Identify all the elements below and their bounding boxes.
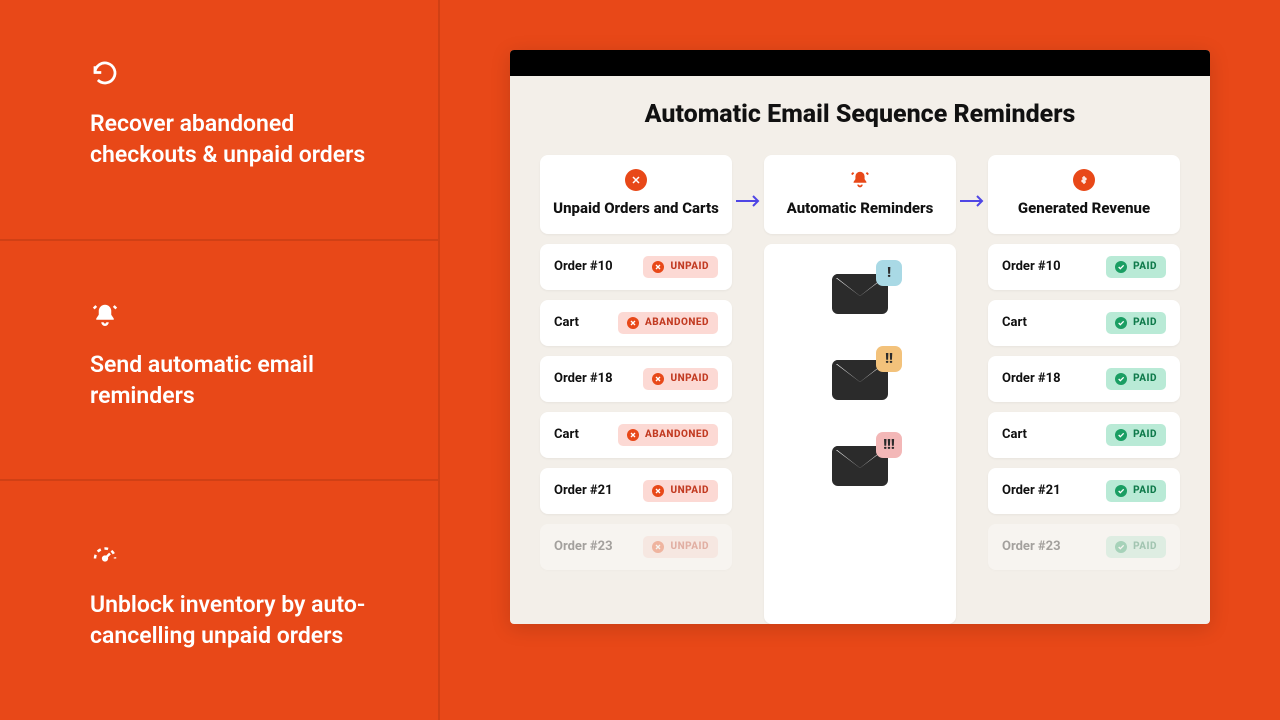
order-row: Cart PAID	[988, 412, 1180, 458]
status-badge-paid: PAID	[1106, 536, 1166, 558]
row-name: Order #18	[1002, 371, 1061, 386]
x-icon	[652, 541, 664, 553]
order-row: Cart ABANDONED	[540, 412, 732, 458]
gauge-icon	[90, 541, 120, 571]
status-badge-unpaid: UNPAID	[643, 368, 718, 390]
status-badge-unpaid: UNPAID	[643, 536, 718, 558]
mail-reminder-1: !	[832, 274, 888, 314]
order-row: Order #23 UNPAID	[540, 524, 732, 570]
row-name: Order #23	[554, 539, 613, 554]
feature-label: Send automatic email reminders	[90, 349, 388, 411]
x-icon	[652, 373, 664, 385]
order-row: Order #10 PAID	[988, 244, 1180, 290]
panel-body: Automatic Email Sequence Reminders Unpai…	[510, 76, 1210, 624]
row-name: Order #21	[554, 483, 613, 498]
bell-icon	[90, 301, 120, 331]
check-icon	[1115, 429, 1127, 441]
column-reminders: Automatic Reminders ! !! !	[764, 155, 956, 624]
column-header: Generated Revenue	[988, 155, 1180, 234]
check-icon	[1115, 317, 1127, 329]
undo-icon	[90, 60, 120, 90]
order-row: Order #10 UNPAID	[540, 244, 732, 290]
row-name: Order #18	[554, 371, 613, 386]
dollar-circle-icon	[1073, 169, 1095, 191]
status-badge-paid: PAID	[1106, 424, 1166, 446]
status-badge-paid: PAID	[1106, 256, 1166, 278]
flow-row: Unpaid Orders and Carts Order #10 UNPAID…	[540, 155, 1180, 624]
x-circle-icon	[625, 169, 647, 191]
feature-unblock: Unblock inventory by auto-cancelling unp…	[0, 481, 438, 720]
alert-bubble: !!!	[876, 432, 902, 458]
order-row: Cart ABANDONED	[540, 300, 732, 346]
panel-title: Automatic Email Sequence Reminders	[540, 100, 1180, 129]
status-badge-paid: PAID	[1106, 368, 1166, 390]
feature-recover: Recover abandoned checkouts & unpaid ord…	[0, 0, 438, 241]
row-name: Cart	[554, 315, 579, 330]
preview-area: Automatic Email Sequence Reminders Unpai…	[440, 0, 1280, 720]
order-row: Order #23 PAID	[988, 524, 1180, 570]
status-badge-paid: PAID	[1106, 312, 1166, 334]
order-row: Order #18 PAID	[988, 356, 1180, 402]
x-icon	[627, 429, 639, 441]
alert-bubble: !!	[876, 346, 902, 372]
order-row: Order #21 PAID	[988, 468, 1180, 514]
bell-alert-icon	[849, 169, 871, 191]
status-badge-abandoned: ABANDONED	[618, 312, 718, 334]
check-icon	[1115, 485, 1127, 497]
x-icon	[652, 261, 664, 273]
row-name: Order #10	[1002, 259, 1061, 274]
panel-titlebar	[510, 50, 1210, 76]
app-panel: Automatic Email Sequence Reminders Unpai…	[510, 50, 1210, 624]
order-row: Cart PAID	[988, 300, 1180, 346]
column-title: Unpaid Orders and Carts	[550, 199, 722, 218]
feature-sidebar: Recover abandoned checkouts & unpaid ord…	[0, 0, 438, 720]
order-row: Order #18 UNPAID	[540, 356, 732, 402]
row-name: Cart	[1002, 427, 1027, 442]
check-icon	[1115, 541, 1127, 553]
column-title: Automatic Reminders	[774, 199, 946, 218]
row-name: Order #10	[554, 259, 613, 274]
row-name: Order #23	[1002, 539, 1061, 554]
status-badge-abandoned: ABANDONED	[618, 424, 718, 446]
feature-label: Unblock inventory by auto-cancelling unp…	[90, 589, 388, 651]
check-icon	[1115, 373, 1127, 385]
arrow-right-icon	[733, 155, 763, 209]
alert-bubble: !	[876, 260, 902, 286]
mail-reminder-3: !!!	[832, 446, 888, 486]
check-icon	[1115, 261, 1127, 273]
status-badge-paid: PAID	[1106, 480, 1166, 502]
column-title: Generated Revenue	[998, 199, 1170, 218]
x-icon	[652, 485, 664, 497]
reminders-body: ! !! !!!	[764, 244, 956, 624]
status-badge-unpaid: UNPAID	[643, 480, 718, 502]
row-name: Cart	[1002, 315, 1027, 330]
status-badge-unpaid: UNPAID	[643, 256, 718, 278]
column-header: Automatic Reminders	[764, 155, 956, 234]
feature-label: Recover abandoned checkouts & unpaid ord…	[90, 108, 388, 170]
column-unpaid: Unpaid Orders and Carts Order #10 UNPAID…	[540, 155, 732, 570]
mail-reminder-2: !!	[832, 360, 888, 400]
row-name: Order #21	[1002, 483, 1061, 498]
column-revenue: Generated Revenue Order #10 PAID Cart PA…	[988, 155, 1180, 570]
x-icon	[627, 317, 639, 329]
column-header: Unpaid Orders and Carts	[540, 155, 732, 234]
arrow-right-icon	[957, 155, 987, 209]
row-name: Cart	[554, 427, 579, 442]
order-row: Order #21 UNPAID	[540, 468, 732, 514]
feature-reminders: Send automatic email reminders	[0, 241, 438, 482]
